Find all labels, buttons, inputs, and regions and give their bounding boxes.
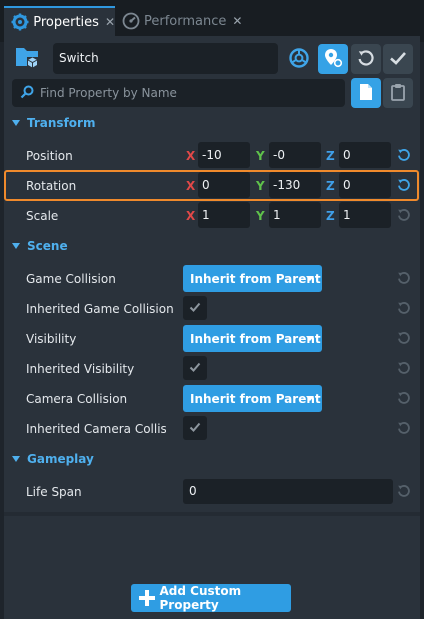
document-icon xyxy=(358,83,374,104)
networking-icon xyxy=(288,47,310,72)
position-z-field[interactable]: 0 xyxy=(339,142,391,168)
gauge-icon xyxy=(122,10,140,32)
inherited-visibility-label: Inherited Visibility xyxy=(26,362,135,376)
axis-x-label: X xyxy=(186,179,196,193)
reset-icon xyxy=(357,49,375,70)
life-span-field[interactable]: 0 xyxy=(183,479,393,504)
tab-performance-label: Performance xyxy=(144,13,227,29)
add-custom-property-label: Add Custom Property xyxy=(159,584,242,612)
axis-z-label: Z xyxy=(326,179,335,193)
scale-label: Scale xyxy=(26,209,59,223)
axis-z-label: Z xyxy=(326,209,335,223)
checkmark-icon xyxy=(189,301,201,316)
tab-properties[interactable]: Properties ✕ xyxy=(4,6,115,36)
section-transform[interactable]: Transform xyxy=(12,116,95,130)
inherited-game-collision-checkbox[interactable] xyxy=(183,296,207,320)
confirm-button[interactable] xyxy=(383,44,413,74)
new-document-button[interactable] xyxy=(351,78,381,108)
game-collision-reset-icon[interactable] xyxy=(397,271,411,285)
object-name-field[interactable]: Switch xyxy=(53,43,278,74)
position-reset-icon[interactable] xyxy=(397,148,411,162)
visibility-dropdown[interactable]: Inherit from Parent xyxy=(183,325,322,352)
camera-collision-dropdown[interactable]: Inherit from Parent xyxy=(183,385,322,412)
rotation-y-field[interactable]: -130 xyxy=(269,172,321,198)
property-search xyxy=(12,79,345,107)
folder-object-icon xyxy=(14,44,44,72)
scale-z-field[interactable]: 1 xyxy=(339,202,391,228)
rotation-label: Rotation xyxy=(26,179,77,193)
rotation-x-field[interactable]: 0 xyxy=(198,172,250,198)
plus-icon xyxy=(139,590,155,606)
reset-button[interactable] xyxy=(351,44,381,74)
map-pin-icon xyxy=(323,48,343,71)
camera-collision-label: Camera Collision xyxy=(26,392,128,406)
chevron-down-icon xyxy=(306,396,314,401)
search-input[interactable] xyxy=(40,86,330,100)
position-y-field[interactable]: -0 xyxy=(269,142,321,168)
inherited-camera-collision-reset-icon[interactable] xyxy=(397,421,411,435)
rotation-z-field[interactable]: 0 xyxy=(339,172,391,198)
close-icon[interactable]: ✕ xyxy=(232,14,242,28)
inherited-visibility-checkbox[interactable] xyxy=(183,356,207,380)
position-x-field[interactable]: -10 xyxy=(198,142,250,168)
inherited-visibility-reset-icon[interactable] xyxy=(397,361,411,375)
search-icon xyxy=(20,85,34,102)
axis-y-label: Y xyxy=(256,179,265,193)
section-transform-label: Transform xyxy=(27,116,96,130)
tab-performance[interactable]: Performance ✕ xyxy=(116,6,242,36)
close-icon[interactable]: ✕ xyxy=(105,15,115,29)
inherited-game-collision-label: Inherited Game Collision xyxy=(26,302,174,316)
section-gameplay[interactable]: Gameplay xyxy=(12,452,94,466)
add-custom-property-button[interactable]: Add Custom Property xyxy=(131,584,291,612)
tab-properties-label: Properties xyxy=(33,14,99,30)
gear-icon xyxy=(10,11,29,33)
axis-x-label: X xyxy=(186,209,196,223)
visibility-reset-icon[interactable] xyxy=(397,331,411,345)
clipboard-icon xyxy=(390,83,406,104)
life-span-reset-icon[interactable] xyxy=(397,484,411,498)
section-gameplay-label: Gameplay xyxy=(27,452,94,466)
life-span-label: Life Span xyxy=(26,485,82,499)
checkmark-icon xyxy=(189,421,201,436)
position-label: Position xyxy=(26,149,73,163)
inherited-camera-collision-checkbox[interactable] xyxy=(183,416,207,440)
axis-z-label: Z xyxy=(326,149,335,163)
camera-collision-reset-icon[interactable] xyxy=(397,391,411,405)
game-collision-value: Inherit from Parent xyxy=(190,271,321,286)
scale-reset-icon[interactable] xyxy=(397,208,411,222)
scale-x-field[interactable]: 1 xyxy=(198,202,250,228)
axis-x-label: X xyxy=(186,149,196,163)
section-scene[interactable]: Scene xyxy=(12,239,68,253)
clipboard-button[interactable] xyxy=(383,78,413,108)
axis-y-label: Y xyxy=(256,149,265,163)
scale-y-field[interactable]: 1 xyxy=(269,202,321,228)
chevron-down-icon xyxy=(12,243,20,249)
visibility-value: Inherit from Parent xyxy=(190,331,321,346)
axis-y-label: Y xyxy=(256,209,265,223)
chevron-down-icon xyxy=(306,336,314,341)
chevron-down-icon xyxy=(306,276,314,281)
inherited-game-collision-reset-icon[interactable] xyxy=(397,301,411,315)
section-scene-label: Scene xyxy=(27,239,68,253)
checkmark-icon xyxy=(189,361,201,376)
inherited-camera-collision-label: Inherited Camera Collisic xyxy=(26,422,166,436)
networking-button[interactable] xyxy=(284,44,314,74)
pin-location-button[interactable] xyxy=(318,44,348,74)
chevron-down-icon xyxy=(12,120,20,126)
rotation-reset-icon[interactable] xyxy=(397,178,411,192)
game-collision-label: Game Collision xyxy=(26,272,116,286)
game-collision-dropdown[interactable]: Inherit from Parent xyxy=(183,265,322,292)
section-divider xyxy=(4,512,420,516)
camera-collision-value: Inherit from Parent xyxy=(190,391,321,406)
visibility-label: Visibility xyxy=(26,332,77,346)
checkmark-icon xyxy=(389,49,407,70)
chevron-down-icon xyxy=(12,456,20,462)
